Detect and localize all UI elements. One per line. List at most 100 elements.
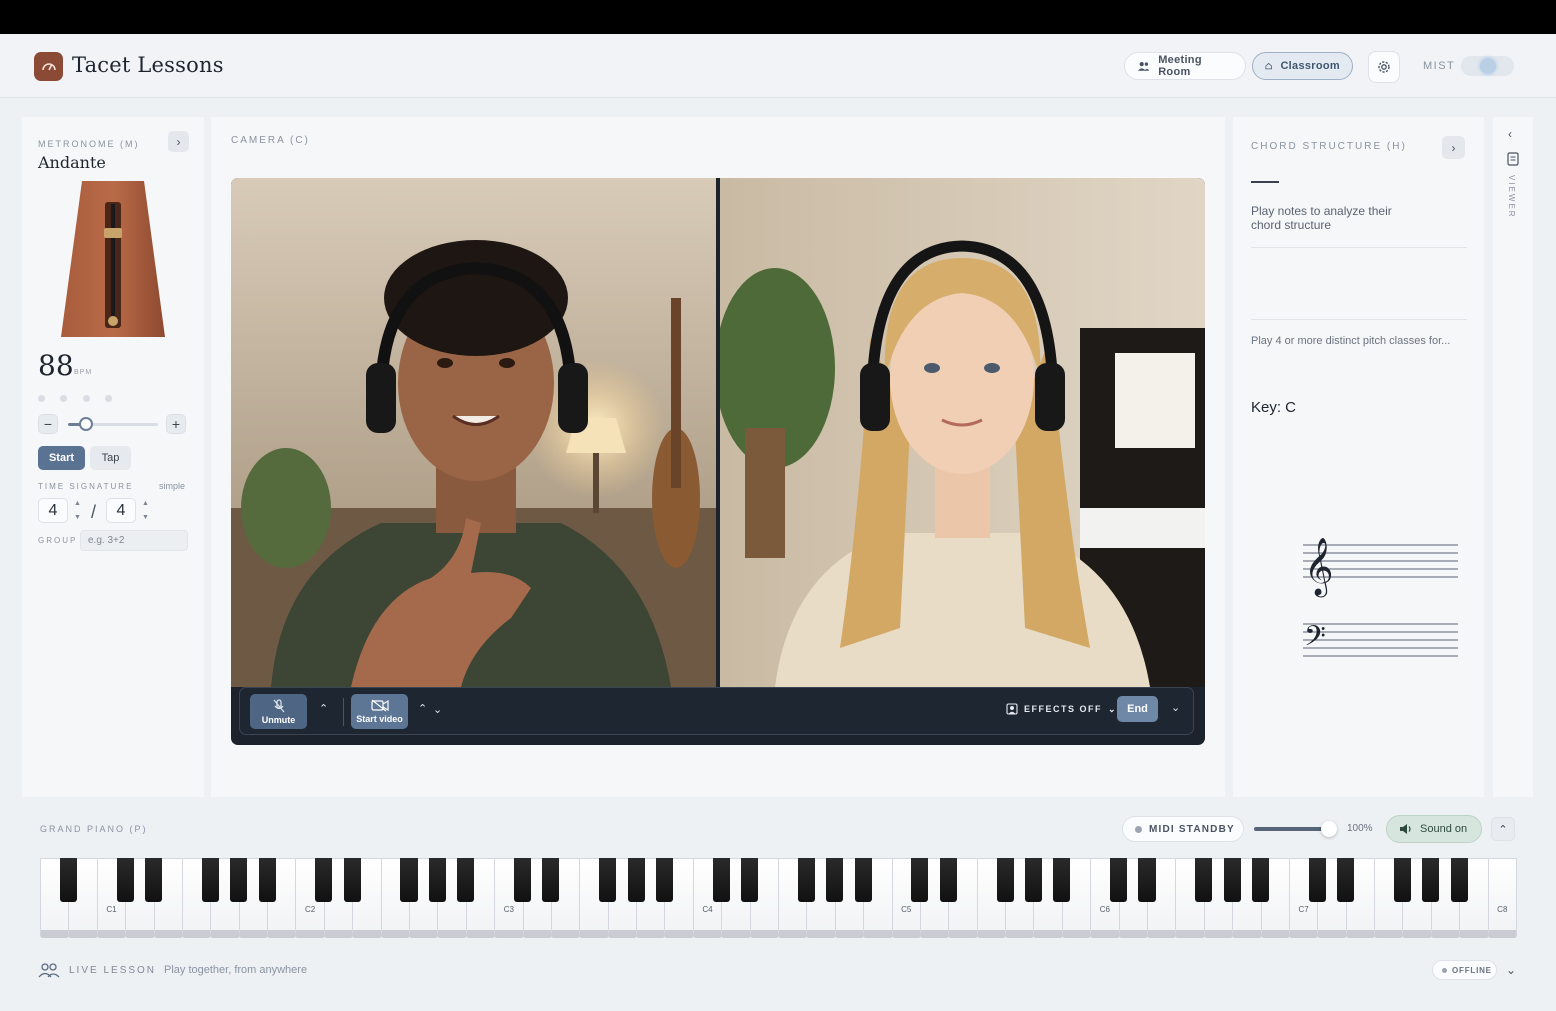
bpm-slider-thumb[interactable] [79, 417, 93, 431]
volume-percent: 100% [1347, 823, 1373, 834]
piano-black-key[interactable] [599, 858, 617, 902]
piano-black-key[interactable] [1138, 858, 1156, 902]
denominator-field[interactable]: 4 [106, 498, 136, 523]
chevron-down-icon[interactable]: ▼ [142, 514, 149, 521]
chord-hint-secondary: Play 4 or more distinct pitch classes fo… [1251, 335, 1451, 347]
piano-black-key[interactable] [145, 858, 163, 902]
piano-black-key[interactable] [258, 858, 276, 902]
meeting-room-button[interactable]: Meeting Room [1124, 52, 1246, 80]
classroom-button[interactable]: Classroom [1252, 52, 1353, 80]
effects-dropdown[interactable]: EFFECTS OFF ⌄ [1006, 703, 1117, 715]
piano-black-key[interactable] [1195, 858, 1213, 902]
classroom-label: Classroom [1280, 60, 1340, 72]
sound-toggle-button[interactable]: Sound on [1386, 815, 1482, 843]
treble-clef-icon: 𝄞 [1304, 537, 1334, 598]
denominator-stepper[interactable]: ▲ ▼ [140, 498, 151, 523]
piano-black-key[interactable] [1308, 858, 1326, 902]
unmute-label: Unmute [261, 714, 296, 725]
piano-black-key[interactable] [400, 858, 418, 902]
bpm-increase-button[interactable]: + [166, 414, 186, 434]
piano-black-key[interactable] [1252, 858, 1270, 902]
viewer-side-tab[interactable]: ‹ VIEWER [1493, 117, 1533, 797]
piano-black-key[interactable] [230, 858, 248, 902]
bass-clef-icon: 𝄢 [1304, 620, 1326, 660]
piano-black-key[interactable] [797, 858, 815, 902]
piano-black-key[interactable] [1450, 858, 1468, 902]
piano-black-key[interactable] [826, 858, 844, 902]
octave-label: C3 [503, 905, 514, 914]
chevron-up-icon[interactable]: ▲ [142, 500, 149, 507]
piano-black-key[interactable] [542, 858, 560, 902]
gear-icon [1378, 61, 1390, 73]
chord-structure-label: CHORD STRUCTURE (H) [1251, 141, 1407, 152]
piano-black-key[interactable] [1393, 858, 1411, 902]
midi-status-dot [1135, 825, 1142, 833]
piano-collapse-button[interactable]: ⌃ [1491, 817, 1515, 841]
metronome-panel: METRONOME (M) › Andante 88 BPM − + Start… [22, 117, 204, 797]
midi-status-pill[interactable]: MIDI STANDBY [1122, 816, 1244, 842]
piano-black-key[interactable] [116, 858, 134, 902]
piano-black-key[interactable] [1024, 858, 1042, 902]
piano-black-key[interactable] [201, 858, 219, 902]
bpm-decrease-button[interactable]: − [38, 414, 58, 434]
settings-button[interactable] [1368, 51, 1400, 83]
metronome-start-button[interactable]: Start [38, 446, 85, 470]
piano-black-key[interactable] [911, 858, 929, 902]
meeting-room-label: Meeting Room [1158, 54, 1202, 78]
video-tile-teacher[interactable] [231, 178, 716, 687]
piano-black-key[interactable] [514, 858, 532, 902]
octave-label: C5 [901, 905, 912, 914]
tempo-name: Andante [38, 153, 106, 172]
numerator-stepper[interactable]: ▲ ▼ [72, 498, 83, 523]
metronome-expand-button[interactable]: › [168, 131, 189, 152]
end-call-button[interactable]: End [1117, 696, 1158, 722]
document-icon [1507, 152, 1519, 166]
piano-black-key[interactable] [59, 858, 77, 902]
piano-black-key[interactable] [655, 858, 673, 902]
volume-slider-thumb[interactable] [1321, 821, 1337, 837]
chevron-up-icon[interactable]: ▲ [74, 500, 81, 507]
piano-black-key[interactable] [996, 858, 1014, 902]
piano-black-key[interactable] [1223, 858, 1241, 902]
piano-black-key[interactable] [1337, 858, 1355, 902]
chord-hint: Play notes to analyze their chord struct… [1251, 204, 1392, 232]
piano-black-key[interactable] [1422, 858, 1440, 902]
start-video-label: Start video [356, 714, 403, 724]
piano-black-key[interactable] [741, 858, 759, 902]
effects-label: EFFECTS OFF [1024, 704, 1102, 714]
octave-label: C6 [1099, 905, 1111, 914]
group-input[interactable]: e.g. 3+2 [80, 530, 188, 551]
piano-black-key[interactable] [1110, 858, 1128, 902]
piano-black-key[interactable] [712, 858, 730, 902]
piano-white-key[interactable]: C8 [1487, 858, 1517, 938]
piano-black-key[interactable] [343, 858, 361, 902]
chevron-down-icon[interactable]: ▼ [74, 514, 81, 521]
piano-black-key[interactable] [428, 858, 446, 902]
chord-placeholder-dash [1251, 181, 1279, 183]
piano-keyboard[interactable]: C1 C2 C3 C4 C5 C6 C7 C8 [40, 858, 1517, 938]
chevron-down-icon[interactable]: ⌄ [1506, 963, 1516, 977]
piano-black-key[interactable] [1053, 858, 1071, 902]
unmute-button[interactable]: Unmute [250, 694, 307, 729]
chevron-up-icon[interactable]: ⌃ [319, 702, 328, 715]
start-video-button[interactable]: Start video [351, 694, 408, 729]
piano-black-key[interactable] [939, 858, 957, 902]
mist-toggle[interactable] [1461, 56, 1514, 76]
numerator-field[interactable]: 4 [38, 498, 68, 523]
video-tile-student[interactable] [720, 178, 1205, 687]
piano-black-key[interactable] [627, 858, 645, 902]
piano-black-key[interactable] [457, 858, 475, 902]
connection-status-label: OFFLINE [1452, 965, 1492, 975]
mist-toggle-knob [1480, 58, 1496, 74]
grand-staff: 𝄞 𝄢 [1303, 537, 1458, 660]
chevron-up-icon[interactable]: ⌃ [418, 702, 427, 715]
piano-black-key[interactable] [315, 858, 333, 902]
tap-tempo-button[interactable]: Tap [90, 446, 131, 470]
chevron-down-icon[interactable]: ⌄ [1171, 701, 1180, 714]
piano-black-key[interactable] [854, 858, 872, 902]
chord-expand-button[interactable]: › [1442, 136, 1465, 159]
viewer-label: VIEWER [1507, 175, 1516, 219]
portrait-icon [1006, 703, 1018, 715]
chevron-left-icon[interactable]: ‹ [1508, 127, 1512, 141]
chevron-down-icon[interactable]: ⌄ [433, 703, 442, 716]
